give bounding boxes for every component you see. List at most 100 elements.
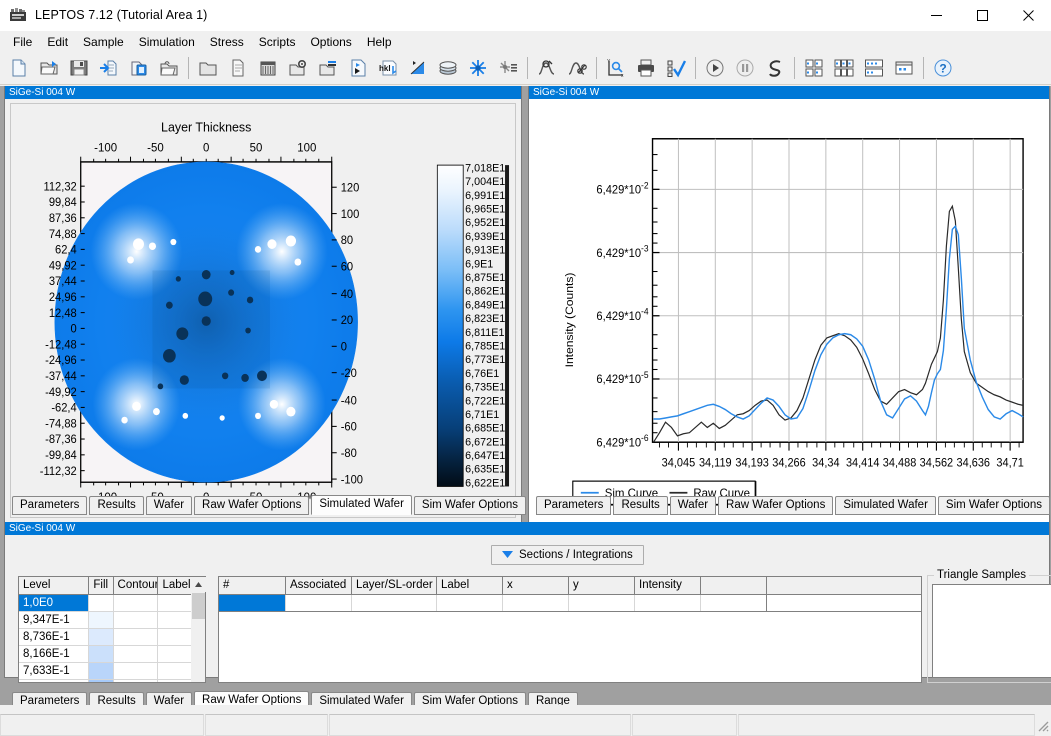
checklist-icon[interactable] [661,54,691,82]
cell-associated[interactable] [286,595,352,611]
menu-options[interactable]: Options [303,32,359,52]
document-icon[interactable] [223,54,253,82]
new-document-icon[interactable] [4,54,34,82]
triangle-samples-list[interactable] [932,584,1051,678]
cell-x[interactable] [503,595,569,611]
cell-label[interactable] [158,680,191,683]
database-icon[interactable] [253,54,283,82]
cell-extra[interactable] [701,595,767,611]
minimize-button[interactable] [913,0,959,31]
levels-table[interactable]: Level Fill Contour Label 1,0E0 9, [18,576,206,683]
cell-label[interactable] [437,595,503,611]
cell-intensity[interactable] [635,595,701,611]
scroll-up-icon[interactable] [191,577,206,592]
curve-plot-area[interactable]: Intensity (Counts) [534,103,1044,518]
cell-label[interactable] [158,595,191,611]
menu-scripts[interactable]: Scripts [252,32,304,52]
tab-results[interactable]: Results [89,496,143,515]
cell-contour[interactable] [114,595,159,611]
cell-contour[interactable] [114,646,159,662]
wafer-map-chart[interactable]: Layer Thickness [11,104,515,517]
svg-text:6,429*10-2: 6,429*10-2 [596,180,648,197]
curve-fit-icon[interactable] [532,54,562,82]
table-row[interactable]: 7,633E-1 [19,663,191,680]
scrollbar-thumb[interactable] [192,593,205,619]
menu-stress[interactable]: Stress [203,32,252,52]
folder-icon[interactable] [193,54,223,82]
sections-integrations-button[interactable]: Sections / Integrations [491,545,644,565]
cell-label[interactable] [158,612,191,628]
open-recent-folder-icon[interactable] [154,54,184,82]
cell-contour[interactable] [114,663,159,679]
menu-simulation[interactable]: Simulation [132,32,203,52]
cell-fill[interactable] [89,646,113,662]
cell-fill[interactable] [89,595,113,611]
cell-contour[interactable] [114,629,159,645]
tab-results-right[interactable]: Results [613,496,667,515]
cell-layer-sl-order[interactable] [352,595,437,611]
xrd-curve-chart[interactable]: Intensity (Counts) [535,104,1043,517]
wafer-plot-area[interactable]: Layer Thickness [10,103,516,518]
table-row[interactable] [219,595,921,612]
table-row[interactable]: 8,736E-1 [19,629,191,646]
folder-settings-icon[interactable] [283,54,313,82]
cell-contour[interactable] [114,612,159,628]
export-document-icon[interactable] [124,54,154,82]
tab-wafer[interactable]: Wafer [146,496,192,515]
tab-sim-wafer-options[interactable]: Sim Wafer Options [414,496,526,515]
pause-icon[interactable] [730,54,760,82]
import-document-icon[interactable] [94,54,124,82]
close-button[interactable] [1005,0,1051,31]
svg-text:6,849E1: 6,849E1 [465,299,505,311]
grid-window-tile-icon[interactable] [859,54,889,82]
table-row[interactable]: 8,166E-1 [19,646,191,663]
save-disk-icon[interactable] [64,54,94,82]
cell-contour[interactable] [114,680,159,683]
tab-simulated-wafer-right[interactable]: Simulated Wafer [835,496,936,515]
levels-table-scrollbar[interactable] [191,576,206,683]
tab-wafer-right[interactable]: Wafer [670,496,716,515]
menu-edit[interactable]: Edit [40,32,76,52]
cell-y[interactable] [569,595,635,611]
tab-raw-wafer-options[interactable]: Raw Wafer Options [194,496,309,515]
help-icon[interactable]: ? [928,54,958,82]
cell-label[interactable] [158,629,191,645]
grid-window-6-icon[interactable] [829,54,859,82]
gradient-tool-icon[interactable] [403,54,433,82]
table-row[interactable]: 7,134E-1 [19,680,191,683]
simulate-icon[interactable] [760,54,790,82]
run-script-icon[interactable] [343,54,373,82]
tab-parameters-right[interactable]: Parameters [536,496,611,515]
tab-simulated-wafer[interactable]: Simulated Wafer [311,495,412,515]
cell-level: 8,736E-1 [19,629,89,645]
table-row[interactable]: 1,0E0 [19,595,191,612]
print-icon[interactable] [631,54,661,82]
curve-cut-icon[interactable] [562,54,592,82]
cell-fill[interactable] [89,663,113,679]
grid-window-4-icon[interactable] [799,54,829,82]
resize-grip-icon[interactable] [1035,718,1051,734]
cell-fill[interactable] [89,629,113,645]
menu-file[interactable]: File [6,32,40,52]
sections-table[interactable]: # Associated Layer/SL-order Label x y In… [218,576,922,683]
tab-sim-wafer-options-right[interactable]: Sim Wafer Options [938,496,1050,515]
atom-list-icon[interactable] [493,54,523,82]
cell-fill[interactable] [89,612,113,628]
axis-zoom-icon[interactable]: Yx [601,54,631,82]
cell-label[interactable] [158,663,191,679]
open-folder-icon[interactable] [34,54,64,82]
tab-raw-wafer-options-right[interactable]: Raw Wafer Options [718,496,833,515]
menu-sample[interactable]: Sample [76,32,132,52]
menu-help[interactable]: Help [360,32,400,52]
cell-label[interactable] [158,646,191,662]
layers-icon[interactable] [433,54,463,82]
table-row[interactable]: 9,347E-1 [19,612,191,629]
play-icon[interactable] [700,54,730,82]
folder-list-icon[interactable] [313,54,343,82]
maximize-button[interactable] [959,0,1005,31]
hkl-icon[interactable]: hkl [373,54,403,82]
burst-icon[interactable] [463,54,493,82]
tab-parameters[interactable]: Parameters [12,496,87,515]
single-window-icon[interactable] [889,54,919,82]
cell-fill[interactable] [89,680,113,683]
